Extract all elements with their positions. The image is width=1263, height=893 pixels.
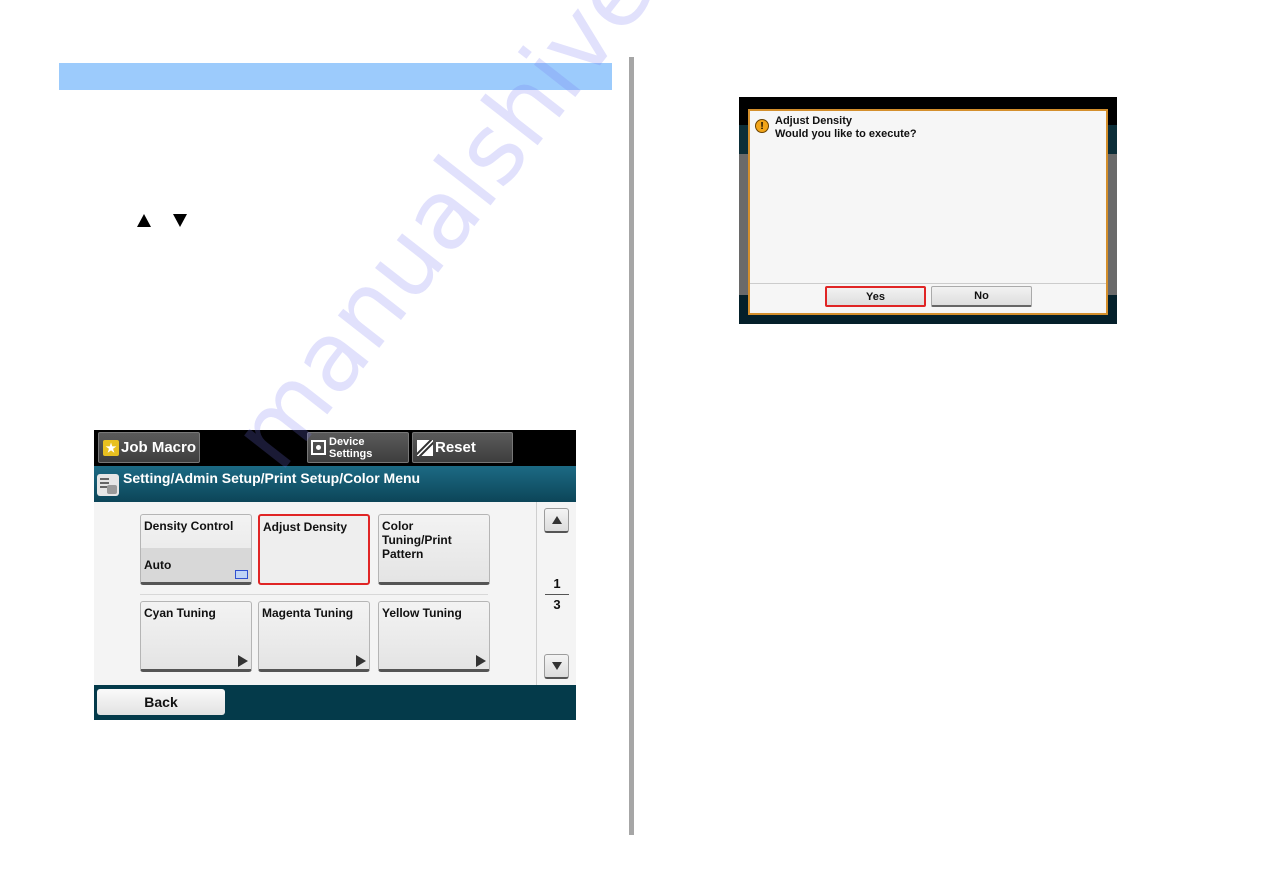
device-settings-line1: Device <box>329 435 365 448</box>
scroll-up-button[interactable] <box>544 508 569 533</box>
reset-label: Reset <box>435 439 476 456</box>
setting-indicator-icon <box>235 570 248 579</box>
up-arrow-icon <box>551 516 562 524</box>
menu-document-icon <box>97 474 119 496</box>
warning-icon: ! <box>755 119 769 133</box>
back-button[interactable]: Back <box>97 689 225 715</box>
device-settings-button[interactable]: Device Settings <box>307 432 409 463</box>
tile-color-tuning-print-pattern[interactable]: Color Tuning/Print Pattern <box>378 514 490 585</box>
color-menu-screen: ★ Job Macro Device Settings Reset Settin… <box>94 430 576 720</box>
breadcrumb-bar: Setting/Admin Setup/Print Setup/Color Me… <box>94 466 576 502</box>
device-settings-line2: Settings <box>329 447 373 460</box>
page-total: 3 <box>553 597 561 612</box>
section-header-bar <box>59 63 612 90</box>
dialog-title: Adjust Density <box>775 115 853 127</box>
down-arrow-icon <box>173 214 187 227</box>
tile-value: Auto <box>144 558 172 572</box>
tile-label: Cyan Tuning <box>144 606 216 620</box>
no-button[interactable]: No <box>931 286 1032 307</box>
tile-density-control[interactable]: Density Control Auto <box>140 514 252 585</box>
job-macro-label: Job Macro <box>121 439 197 456</box>
arrow-keys <box>137 214 187 230</box>
page-current: 1 <box>553 576 561 591</box>
play-arrow-icon <box>476 655 486 667</box>
down-arrow-icon <box>551 662 562 670</box>
device-settings-icon <box>311 440 326 455</box>
tile-adjust-density[interactable]: Adjust Density <box>258 514 370 585</box>
up-arrow-icon <box>137 214 151 227</box>
reset-button[interactable]: Reset <box>412 432 513 463</box>
dialog-message: Would you like to execute? <box>775 128 917 140</box>
breadcrumb: Setting/Admin Setup/Print Setup/Color Me… <box>123 470 421 486</box>
top-bar: ★ Job Macro Device Settings Reset <box>94 430 576 466</box>
tile-value-area: Auto <box>141 548 251 582</box>
page-scroller: 1 3 <box>536 502 576 685</box>
play-arrow-icon <box>238 655 248 667</box>
yes-button[interactable]: Yes <box>825 286 926 307</box>
tile-magenta-tuning[interactable]: Magenta Tuning <box>258 601 370 672</box>
bottom-bar: Back <box>94 685 576 720</box>
tile-label: Density Control <box>144 519 234 533</box>
play-arrow-icon <box>356 655 366 667</box>
tile-cyan-tuning[interactable]: Cyan Tuning <box>140 601 252 672</box>
device-settings-label: Device Settings <box>329 436 372 460</box>
scroll-down-button[interactable] <box>544 654 569 679</box>
star-icon: ★ <box>103 439 119 456</box>
row-separator <box>140 594 488 595</box>
job-macro-button[interactable]: ★ Job Macro <box>98 432 200 463</box>
reset-icon <box>417 439 433 456</box>
tile-label: Adjust Density <box>263 520 348 534</box>
page-fraction-line <box>545 594 569 595</box>
confirm-dialog-screen: ! Adjust Density Would you like to execu… <box>739 97 1117 324</box>
column-divider <box>629 57 634 835</box>
dialog-separator <box>750 283 1106 284</box>
tile-yellow-tuning[interactable]: Yellow Tuning <box>378 601 490 672</box>
tile-label: Magenta Tuning <box>262 606 354 620</box>
confirm-dialog: ! Adjust Density Would you like to execu… <box>748 109 1108 315</box>
tile-label: Color Tuning/Print Pattern <box>382 519 452 561</box>
tile-label: Yellow Tuning <box>382 606 462 620</box>
